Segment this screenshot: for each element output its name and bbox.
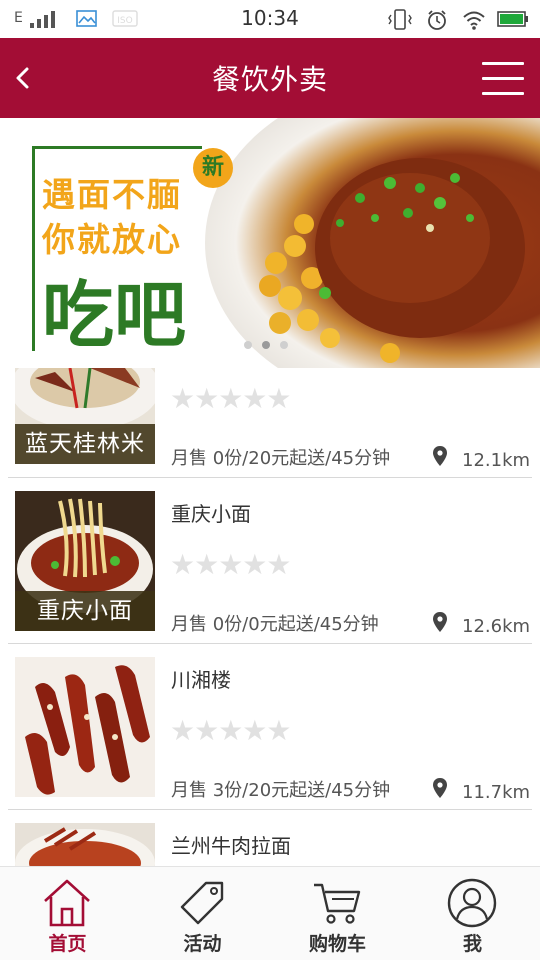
shop-name: 川湘楼 [171,668,231,692]
tab-me-label: 我 [462,933,482,955]
beef-noodle-image [15,823,155,866]
shop-thumbnail: 蓝天桂林米粉 [15,368,155,464]
banner-slogan-line-2: 你就放心 [42,220,182,259]
braised-pork-image [15,657,155,797]
banner-slogan-line-1: 遇面不腼 [42,175,182,214]
carousel-indicator [244,334,298,353]
tab-home[interactable]: 首页 [0,867,135,960]
shop-list: 蓝天桂林米粉 ★★★★★ 月售 0份/20元起送/45分钟 12.1km 重庆小… [0,368,540,866]
shop-thumbnail [15,657,155,797]
shop-item[interactable]: 重庆小面 重庆小面 ★★★★★ 月售 0份/0元起送/45分钟 12.6km [0,478,540,644]
shop-sales-info: 月售 0份/0元起送/45分钟 [171,614,379,635]
tab-me[interactable]: 我 [405,867,540,960]
promo-banner[interactable]: 遇面不腼 你就放心 吃吧 新 [0,118,540,368]
shop-thumbnail [15,823,155,866]
tab-cart-label: 购物车 [308,933,366,955]
tab-cart[interactable]: 购物车 [270,867,405,960]
user-icon [447,878,497,928]
rating-stars: ★★★★★ [170,382,292,415]
shop-item[interactable]: 川湘楼 ★★★★★ 月售 3份/20元起送/45分钟 11.7km [0,644,540,810]
status-bar: E ISO 10:34 [0,0,540,38]
shop-item[interactable]: 兰州牛肉拉面 [0,810,540,866]
banner-slogan-line-3: 吃吧 [42,273,187,357]
shop-name: 重庆小面 [171,502,251,526]
page-title: 餐饮外卖 [211,63,328,96]
cart-icon [314,883,361,924]
battery-icon [497,11,528,27]
vibrate-icon [388,9,412,30]
tab-activities[interactable]: 活动 [135,867,270,960]
shop-distance: 12.1km [462,450,531,471]
carousel-dot[interactable] [280,341,288,349]
home-icon [44,879,90,927]
shop-distance: 11.7km [462,782,531,803]
shop-thumbnail: 重庆小面 [15,491,155,631]
clock: 10:34 [241,6,299,30]
location-pin-icon [433,446,447,466]
shop-sales-info: 月售 3份/20元起送/45分钟 [171,780,391,801]
shop-item[interactable]: 蓝天桂林米粉 ★★★★★ 月售 0份/20元起送/45分钟 12.1km [0,368,540,478]
tab-home-label: 首页 [48,933,87,955]
carousel-dot-active[interactable] [262,341,270,349]
wifi-icon [463,11,485,30]
carousel-dot[interactable] [244,341,252,349]
shop-thumbnail-caption: 蓝天桂林米粉 [15,424,155,464]
alarm-icon [428,10,446,30]
shop-distance: 12.6km [462,616,531,637]
rating-stars: ★★★★★ [170,548,292,581]
shop-thumbnail-caption: 重庆小面 [15,591,155,631]
location-pin-icon [433,778,447,798]
tab-activities-label: 活动 [183,933,222,955]
shop-name: 兰州牛肉拉面 [171,834,291,858]
tag-icon [180,881,224,925]
rating-stars: ★★★★★ [170,714,292,747]
menu-icon[interactable] [480,60,526,98]
app-header: 餐饮外卖 [0,38,540,118]
noodle-topping-image [259,158,525,363]
shop-sales-info: 月售 0份/20元起送/45分钟 [171,448,391,469]
location-pin-icon [433,612,447,632]
new-badge: 新 [193,148,233,188]
bottom-tab-bar: 首页 活动 购物车 我 [0,866,540,960]
